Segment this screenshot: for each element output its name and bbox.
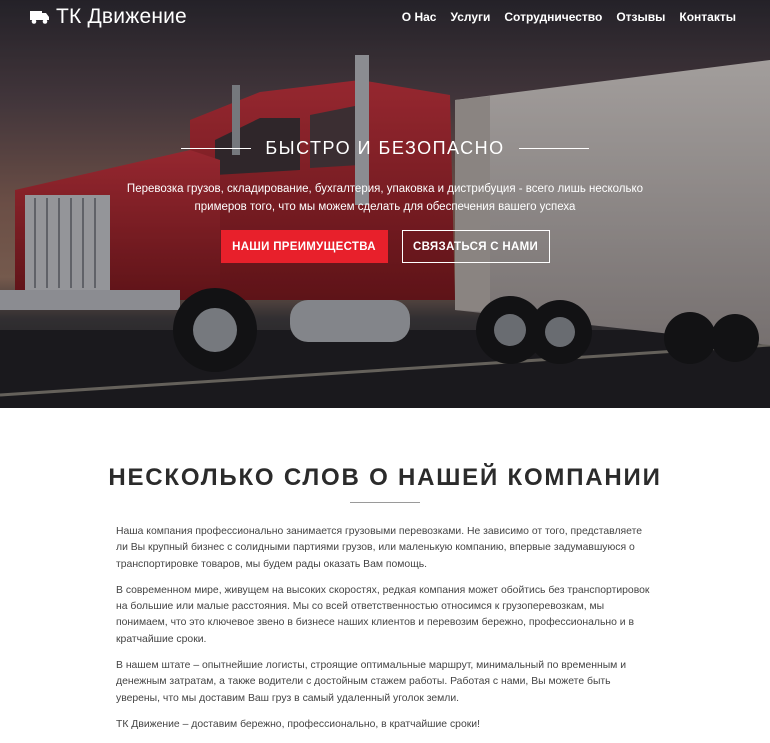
- top-navbar: ТК Движение О Нас Услуги Сотрудничество …: [0, 0, 770, 36]
- hero-line-right: [518, 148, 589, 149]
- about-body: Наша компания профессионально занимается…: [116, 524, 656, 743]
- hero-title: БЫСТРО И БЕЗОПАСНО: [265, 138, 505, 158]
- nav-link-reviews[interactable]: Отзывы: [616, 10, 665, 24]
- hero-content: БЫСТРО И БЕЗОПАСНО Перевозка грузов, скл…: [0, 0, 770, 408]
- nav-link-cooperation[interactable]: Сотрудничество: [504, 10, 602, 24]
- about-divider: [350, 502, 420, 503]
- hero-subtitle: Перевозка грузов, складирование, бухгалт…: [126, 183, 644, 213]
- hero-line-left: [181, 148, 252, 149]
- nav-menu: О Нас Услуги Сотрудничество Отзывы Конта…: [402, 10, 736, 24]
- nav-link-contacts[interactable]: Контакты: [679, 10, 736, 24]
- nav-link-services[interactable]: Услуги: [450, 10, 490, 24]
- advantages-button[interactable]: НАШИ ПРЕИМУЩЕСТВА: [220, 230, 388, 263]
- brand-name: ТК Движение: [56, 5, 187, 28]
- about-title: НЕСКОЛЬКО СЛОВ О НАШЕЙ КОМПАНИИ: [108, 464, 662, 491]
- about-paragraph: Наша компания профессионально занимается…: [116, 526, 643, 570]
- nav-link-about[interactable]: О Нас: [402, 10, 437, 24]
- hero-buttons: НАШИ ПРЕИМУЩЕСТВА СВЯЗАТЬСЯ С НАМИ: [0, 230, 770, 263]
- truck-icon: [30, 11, 49, 24]
- contact-us-button[interactable]: СВЯЗАТЬСЯ С НАМИ: [401, 230, 550, 263]
- about-paragraph: ТК Движение – доставим бережно, професси…: [116, 718, 480, 730]
- about-section: НЕСКОЛЬКО СЛОВ О НАШЕЙ КОМПАНИИ Наша ком…: [0, 408, 770, 730]
- hero-title-row: БЫСТРО И БЕЗОПАСНО: [0, 138, 770, 159]
- hero-section: ТК Движение О Нас Услуги Сотрудничество …: [0, 0, 770, 408]
- brand-logo[interactable]: ТК Движение: [30, 5, 187, 29]
- about-paragraph: В современном мире, живущем на высоких с…: [116, 584, 650, 645]
